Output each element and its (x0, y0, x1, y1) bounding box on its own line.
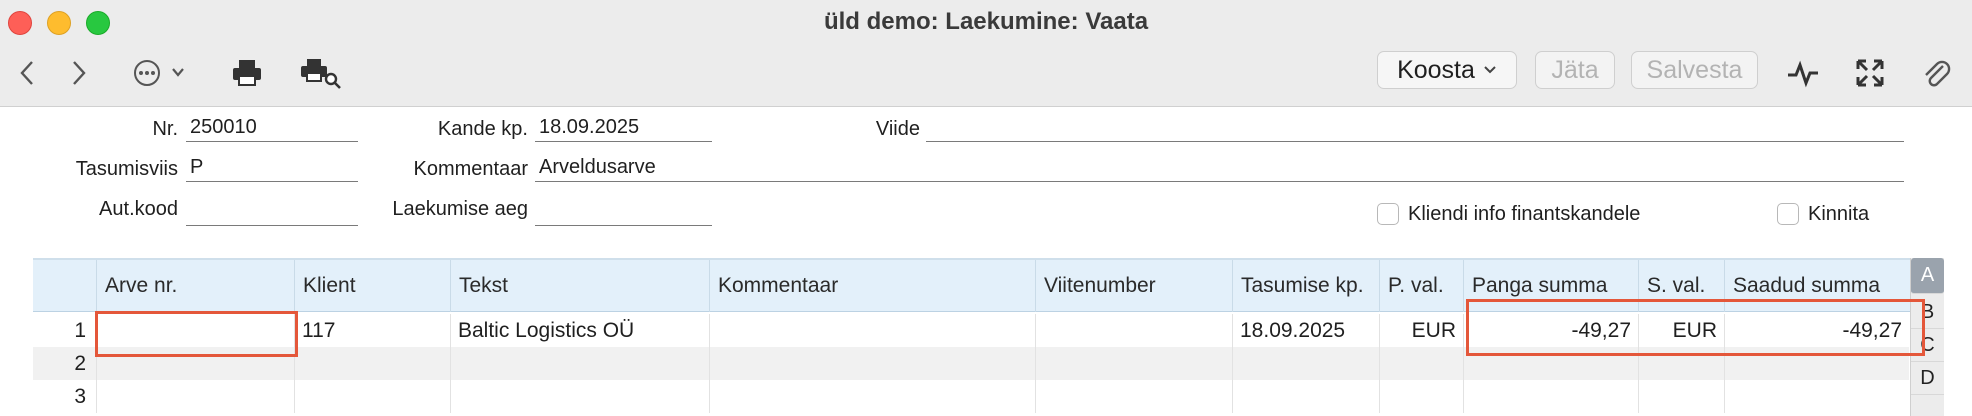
klient-cell[interactable]: 117 (295, 314, 451, 347)
koosta-dropdown-button[interactable]: Koosta (1377, 51, 1517, 89)
column-header-klient[interactable]: Klient (295, 260, 451, 312)
column-header-arve-nr[interactable]: Arve nr. (97, 260, 295, 312)
tekst-cell[interactable]: Baltic Logistics OÜ (451, 314, 710, 347)
row-number: 3 (33, 380, 97, 413)
nr-label: Nr. (152, 118, 178, 140)
back-arrow-icon[interactable] (10, 54, 44, 92)
tab-a[interactable]: A (1911, 258, 1944, 294)
tasumise-kp-cell[interactable] (1233, 380, 1380, 413)
salvesta-button[interactable]: Salvesta (1631, 51, 1758, 89)
tab-d[interactable]: D (1911, 362, 1944, 395)
kliendi-info-label: Kliendi info finantskandele (1408, 203, 1641, 225)
column-header-tasumise-kp[interactable]: Tasumise kp. (1233, 260, 1380, 312)
viide-label: Viide (875, 118, 920, 140)
p-val-cell[interactable] (1380, 347, 1464, 380)
column-header-viitenumber[interactable]: Viitenumber (1036, 260, 1233, 312)
kommentaar-field[interactable]: Arveldusarve (535, 156, 1904, 182)
aut-kood-label: Aut.kood (99, 198, 178, 220)
tasumise-kp-cell[interactable]: 18.09.2025 (1233, 314, 1380, 347)
panga-summa-cell[interactable] (1464, 380, 1639, 413)
tasumisviis-label: Tasumisviis (75, 158, 178, 180)
row-number: 1 (33, 314, 97, 347)
laekumise-aeg-field[interactable] (535, 200, 712, 226)
more-actions-menu-icon[interactable] (130, 54, 192, 92)
print-preview-icon[interactable] (298, 54, 344, 92)
saadud-summa-cell[interactable] (1725, 380, 1909, 413)
tasumise-kp-cell[interactable] (1233, 347, 1380, 380)
kommentaar-cell[interactable] (710, 380, 1036, 413)
klient-cell[interactable] (295, 347, 451, 380)
forward-arrow-icon[interactable] (62, 54, 96, 92)
kande-kp-field[interactable]: 18.09.2025 (535, 116, 712, 142)
arve-nr-highlight-box (95, 311, 298, 357)
kinnita-checkbox[interactable] (1777, 203, 1799, 225)
viitenumber-cell[interactable] (1036, 380, 1233, 413)
kinnita-label: Kinnita (1808, 203, 1870, 225)
p-val-cell[interactable]: EUR (1380, 314, 1464, 347)
tekst-cell[interactable] (451, 347, 710, 380)
koosta-label: Koosta (1397, 55, 1475, 84)
row-number-header (33, 260, 97, 312)
column-header-tekst[interactable]: Tekst (451, 260, 710, 312)
chevron-down-icon (1484, 66, 1496, 74)
print-icon[interactable] (228, 54, 266, 92)
window-titlebar: üld demo: Laekumine: Vaata Koosta Jäta S… (0, 0, 1972, 107)
s-val-cell[interactable] (1639, 380, 1725, 413)
aut-kood-field[interactable] (186, 200, 358, 226)
viide-field[interactable] (926, 116, 1904, 142)
klient-cell[interactable] (295, 380, 451, 413)
column-header-kommentaar[interactable]: Kommentaar (710, 260, 1036, 312)
viitenumber-cell[interactable] (1036, 314, 1233, 347)
row-number: 2 (33, 347, 97, 380)
viitenumber-cell[interactable] (1036, 347, 1233, 380)
kommentaar-cell[interactable] (710, 347, 1036, 380)
window-title: üld demo: Laekumine: Vaata (823, 8, 1149, 35)
jata-button[interactable]: Jäta (1535, 51, 1615, 89)
nr-field[interactable]: 250010 (186, 116, 358, 142)
activity-graph-icon[interactable] (1785, 54, 1821, 92)
laekumise-aeg-label: Laekumise aeg (392, 198, 528, 220)
kande-kp-label: Kande kp. (437, 118, 528, 140)
p-val-cell[interactable] (1380, 380, 1464, 413)
column-header-p-val[interactable]: P. val. (1380, 260, 1464, 312)
tasumisviis-field[interactable]: P (186, 156, 358, 182)
table-row[interactable]: 3 (33, 380, 1909, 413)
tekst-cell[interactable] (451, 380, 710, 413)
payment-lines-table: Arve nr. Klient Tekst Kommentaar Viitenu… (33, 258, 1944, 416)
attachment-paperclip-icon[interactable] (1918, 54, 1954, 92)
kommentaar-label: Kommentaar (413, 158, 529, 180)
kliendi-info-checkbox[interactable] (1377, 203, 1399, 225)
amounts-highlight-box (1466, 299, 1925, 356)
arve-nr-cell[interactable] (97, 380, 295, 413)
fullscreen-expand-icon[interactable] (1852, 54, 1888, 92)
kommentaar-cell[interactable] (710, 314, 1036, 347)
